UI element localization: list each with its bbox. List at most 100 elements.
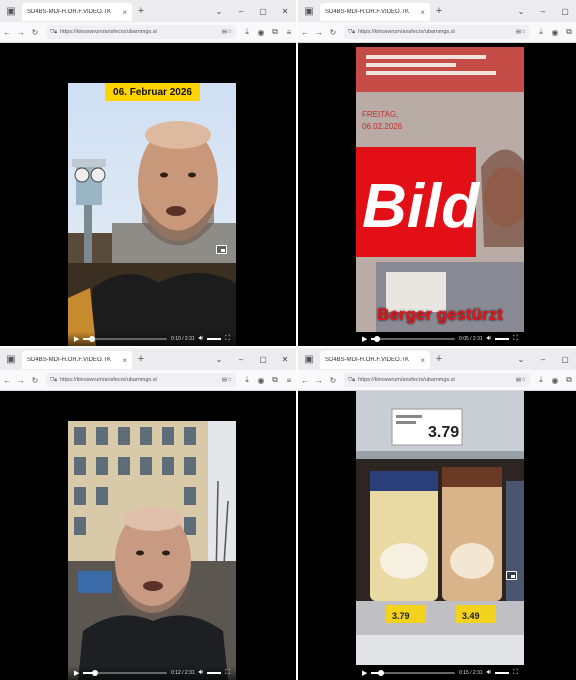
close-window-icon[interactable]: ✕: [274, 7, 296, 16]
maximize-icon[interactable]: ▢: [554, 7, 576, 16]
account-icon[interactable]: ◉: [254, 28, 268, 37]
chevron-down-icon[interactable]: ⌄: [510, 7, 532, 16]
extensions-icon[interactable]: ⧉: [562, 27, 576, 37]
url-bar[interactable]: ⛉ 🔒︎ https://kinoswrum/ansfecrs/ubarnmgs…: [46, 25, 236, 39]
chevron-down-icon[interactable]: ⌄: [208, 355, 230, 364]
picture-in-picture-icon[interactable]: [216, 245, 227, 254]
tab-list-icon[interactable]: ▣: [0, 348, 22, 370]
volume-icon[interactable]: 🔊︎: [487, 669, 491, 677]
extensions-icon[interactable]: ⧉: [268, 375, 282, 385]
download-icon[interactable]: ⤓: [534, 27, 548, 37]
maximize-icon[interactable]: ▢: [252, 7, 274, 16]
time-display: 0:10 / 2:31: [171, 336, 195, 342]
video-frame: [68, 83, 236, 346]
new-tab-icon[interactable]: +: [132, 353, 150, 365]
forward-icon[interactable]: →: [14, 28, 28, 37]
menu-icon[interactable]: ≡: [282, 376, 296, 385]
video-player[interactable]: [68, 421, 236, 680]
download-icon[interactable]: ⤓: [240, 375, 254, 385]
play-icon[interactable]: ▶: [362, 335, 367, 343]
url-bar[interactable]: ⛉ 🔒︎ https://kinoswrum/ansfecrs/ubarnmgs…: [344, 25, 530, 39]
bild-logo: Bild: [362, 172, 480, 241]
back-icon[interactable]: ←: [0, 28, 14, 37]
download-icon[interactable]: ⤓: [534, 375, 548, 385]
reload-icon[interactable]: ↻: [28, 28, 42, 37]
bookmark-star-icon[interactable]: ☆: [227, 29, 232, 35]
reload-icon[interactable]: ↻: [326, 376, 340, 385]
volume-slider[interactable]: [207, 672, 222, 674]
seek-thumb[interactable]: [88, 336, 95, 342]
play-icon[interactable]: ▶: [74, 669, 79, 677]
new-tab-icon[interactable]: +: [430, 353, 448, 365]
tab-close-icon[interactable]: ×: [122, 8, 127, 17]
account-icon[interactable]: ◉: [548, 376, 562, 385]
browser-window-top-right: ▣ SD4BS-MDI-H.OR.F.VIDEO.TK × + ⌄ – ▢ ← …: [298, 0, 576, 346]
minimize-icon[interactable]: –: [532, 7, 554, 16]
fullscreen-icon[interactable]: ⛶: [513, 669, 518, 677]
back-icon[interactable]: ←: [0, 376, 14, 385]
chevron-down-icon[interactable]: ⌄: [208, 7, 230, 16]
bookmark-star-icon[interactable]: ☆: [521, 29, 526, 35]
url-bar[interactable]: ⛉ 🔒︎ https://kinoswrum/ansfecrs/ubarnmgs…: [46, 373, 236, 387]
play-icon[interactable]: ▶: [362, 669, 367, 677]
reload-icon[interactable]: ↻: [326, 28, 340, 37]
extensions-icon[interactable]: ⧉: [268, 27, 282, 37]
volume-icon[interactable]: 🔊︎: [199, 335, 203, 343]
forward-icon[interactable]: →: [312, 28, 326, 37]
tab-close-icon[interactable]: ×: [420, 8, 425, 17]
fullscreen-icon[interactable]: ⛶: [513, 335, 518, 343]
seek-bar[interactable]: [371, 670, 456, 676]
new-tab-icon[interactable]: +: [430, 5, 448, 17]
browser-tab[interactable]: SD4BS-MDI-H.OR.F.VIDEO.TK ×: [320, 3, 430, 21]
close-window-icon[interactable]: ✕: [274, 355, 296, 364]
seek-bar[interactable]: [83, 670, 168, 676]
browser-tab[interactable]: SD4BS-MDI-H.OR.F.VIDEO.TK ×: [320, 351, 430, 369]
video-player[interactable]: 3.79 3.79 3.49: [356, 391, 524, 665]
volume-icon[interactable]: 🔊︎: [199, 669, 203, 677]
forward-icon[interactable]: →: [312, 376, 326, 385]
tab-list-icon[interactable]: ▣: [298, 0, 320, 22]
minimize-icon[interactable]: –: [532, 355, 554, 364]
volume-slider[interactable]: [207, 338, 222, 340]
url-bar[interactable]: ⛉ 🔒︎ https://kinoswrum/ansfecrs/ubarnmgs…: [344, 373, 530, 387]
fullscreen-icon[interactable]: ⛶: [225, 669, 230, 677]
tab-list-icon[interactable]: ▣: [298, 348, 320, 370]
reload-icon[interactable]: ↻: [28, 376, 42, 385]
play-icon[interactable]: ▶: [74, 335, 79, 343]
browser-tab[interactable]: SD4BS-MDI-H.OR.F.VIDEO.TK ×: [22, 351, 132, 369]
minimize-icon[interactable]: –: [230, 355, 252, 364]
maximize-icon[interactable]: ▢: [554, 355, 576, 364]
fullscreen-icon[interactable]: ⛶: [225, 335, 230, 343]
seek-thumb[interactable]: [374, 336, 381, 342]
tab-close-icon[interactable]: ×: [420, 356, 425, 365]
video-player[interactable]: 06. Februar 2026: [68, 83, 236, 346]
shelf-price-1-value: 3.79: [392, 611, 410, 621]
picture-in-picture-icon[interactable]: [506, 571, 517, 580]
tab-list-icon[interactable]: ▣: [0, 0, 22, 22]
volume-icon[interactable]: 🔊︎: [487, 335, 491, 343]
download-icon[interactable]: ⤓: [240, 27, 254, 37]
seek-thumb[interactable]: [378, 670, 385, 676]
video-player[interactable]: Bild FREITAG, 06.02.2026 Berger gestürzt: [356, 47, 524, 332]
seek-bar[interactable]: [83, 336, 168, 342]
account-icon[interactable]: ◉: [548, 28, 562, 37]
new-tab-icon[interactable]: +: [132, 5, 150, 17]
forward-icon[interactable]: →: [14, 376, 28, 385]
tab-close-icon[interactable]: ×: [122, 356, 127, 365]
menu-icon[interactable]: ≡: [282, 28, 296, 37]
chevron-down-icon[interactable]: ⌄: [510, 355, 532, 364]
lock-icon: 🔒︎: [54, 28, 58, 35]
seek-thumb[interactable]: [92, 670, 99, 676]
back-icon[interactable]: ←: [298, 28, 312, 37]
bookmark-star-icon[interactable]: ☆: [521, 377, 526, 383]
account-icon[interactable]: ◉: [254, 376, 268, 385]
seek-bar[interactable]: [371, 336, 456, 342]
bookmark-star-icon[interactable]: ☆: [227, 377, 232, 383]
minimize-icon[interactable]: –: [230, 7, 252, 16]
volume-slider[interactable]: [495, 672, 510, 674]
browser-tab[interactable]: SD4BS-MDI-H.OR.F.VIDEO.TK ×: [22, 3, 132, 21]
volume-slider[interactable]: [495, 338, 510, 340]
extensions-icon[interactable]: ⧉: [562, 375, 576, 385]
maximize-icon[interactable]: ▢: [252, 355, 274, 364]
back-icon[interactable]: ←: [298, 376, 312, 385]
